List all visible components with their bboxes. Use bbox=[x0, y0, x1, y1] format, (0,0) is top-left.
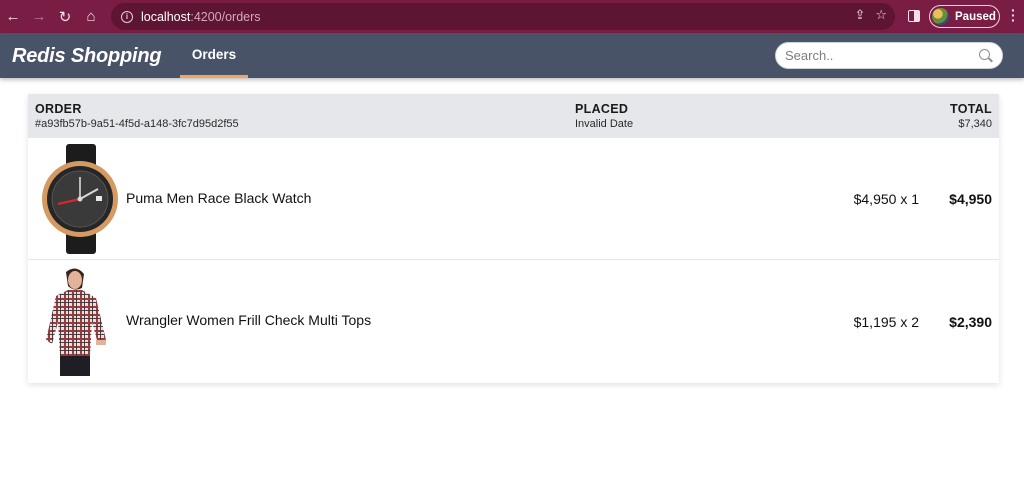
profile-status-label: Paused bbox=[955, 10, 996, 23]
order-card: ORDER #a93fb57b-9a51-4f5d-a148-3fc7d95d2… bbox=[28, 94, 999, 383]
order-id: #a93fb57b-9a51-4f5d-a148-3fc7d95d2f55 bbox=[35, 118, 239, 130]
home-icon[interactable]: ⌂ bbox=[78, 4, 104, 30]
placed-label: PLACED bbox=[575, 102, 629, 116]
search-input[interactable] bbox=[776, 43, 966, 68]
checked-shirt-image bbox=[46, 268, 106, 376]
order-header: ORDER #a93fb57b-9a51-4f5d-a148-3fc7d95d2… bbox=[28, 94, 999, 138]
app-header: Redis Shopping Orders bbox=[0, 33, 1024, 78]
address-bar[interactable]: i localhost:4200/orders ⇪ ☆ bbox=[111, 3, 895, 30]
item-line-total: $2,390 bbox=[949, 314, 992, 330]
menu-kebab-icon[interactable]: · · · bbox=[1011, 3, 1016, 27]
placed-date: Invalid Date bbox=[575, 118, 634, 130]
profile-button[interactable]: Paused bbox=[929, 5, 1000, 28]
reload-icon[interactable]: ↻ bbox=[52, 4, 78, 30]
order-item-row: Puma Men Race Black Watch $4,950 x 1 $4,… bbox=[28, 138, 999, 260]
tab-orders[interactable]: Orders bbox=[180, 33, 248, 78]
search-box bbox=[775, 42, 1003, 69]
item-line-total: $4,950 bbox=[949, 191, 992, 207]
item-price-qty: $4,950 x 1 bbox=[853, 191, 919, 207]
avatar bbox=[932, 8, 949, 25]
browser-toolbar: ← → ↻ ⌂ i localhost:4200/orders ⇪ ☆ Paus… bbox=[0, 0, 1024, 33]
order-item-row: Wrangler Women Frill Check Multi Tops $1… bbox=[28, 260, 999, 382]
share-icon[interactable]: ⇪ bbox=[854, 7, 865, 23]
bookmark-star-icon[interactable]: ☆ bbox=[875, 7, 887, 23]
order-total: $7,340 bbox=[958, 118, 992, 130]
back-arrow-icon[interactable]: ← bbox=[0, 4, 26, 30]
url-path: :4200/orders bbox=[190, 9, 261, 24]
search-icon[interactable] bbox=[979, 49, 990, 60]
info-icon[interactable]: i bbox=[121, 10, 133, 23]
item-price-qty: $1,195 x 2 bbox=[853, 314, 919, 330]
brand-logo[interactable]: Redis Shopping bbox=[12, 45, 162, 68]
url-host: localhost bbox=[141, 9, 191, 24]
item-name[interactable]: Wrangler Women Frill Check Multi Tops bbox=[126, 312, 371, 328]
side-panel-icon[interactable] bbox=[908, 10, 920, 22]
watch-image bbox=[42, 144, 118, 254]
forward-arrow-icon[interactable]: → bbox=[26, 4, 52, 30]
total-label: TOTAL bbox=[949, 102, 992, 116]
order-label: ORDER bbox=[35, 102, 82, 116]
item-name[interactable]: Puma Men Race Black Watch bbox=[126, 190, 311, 206]
